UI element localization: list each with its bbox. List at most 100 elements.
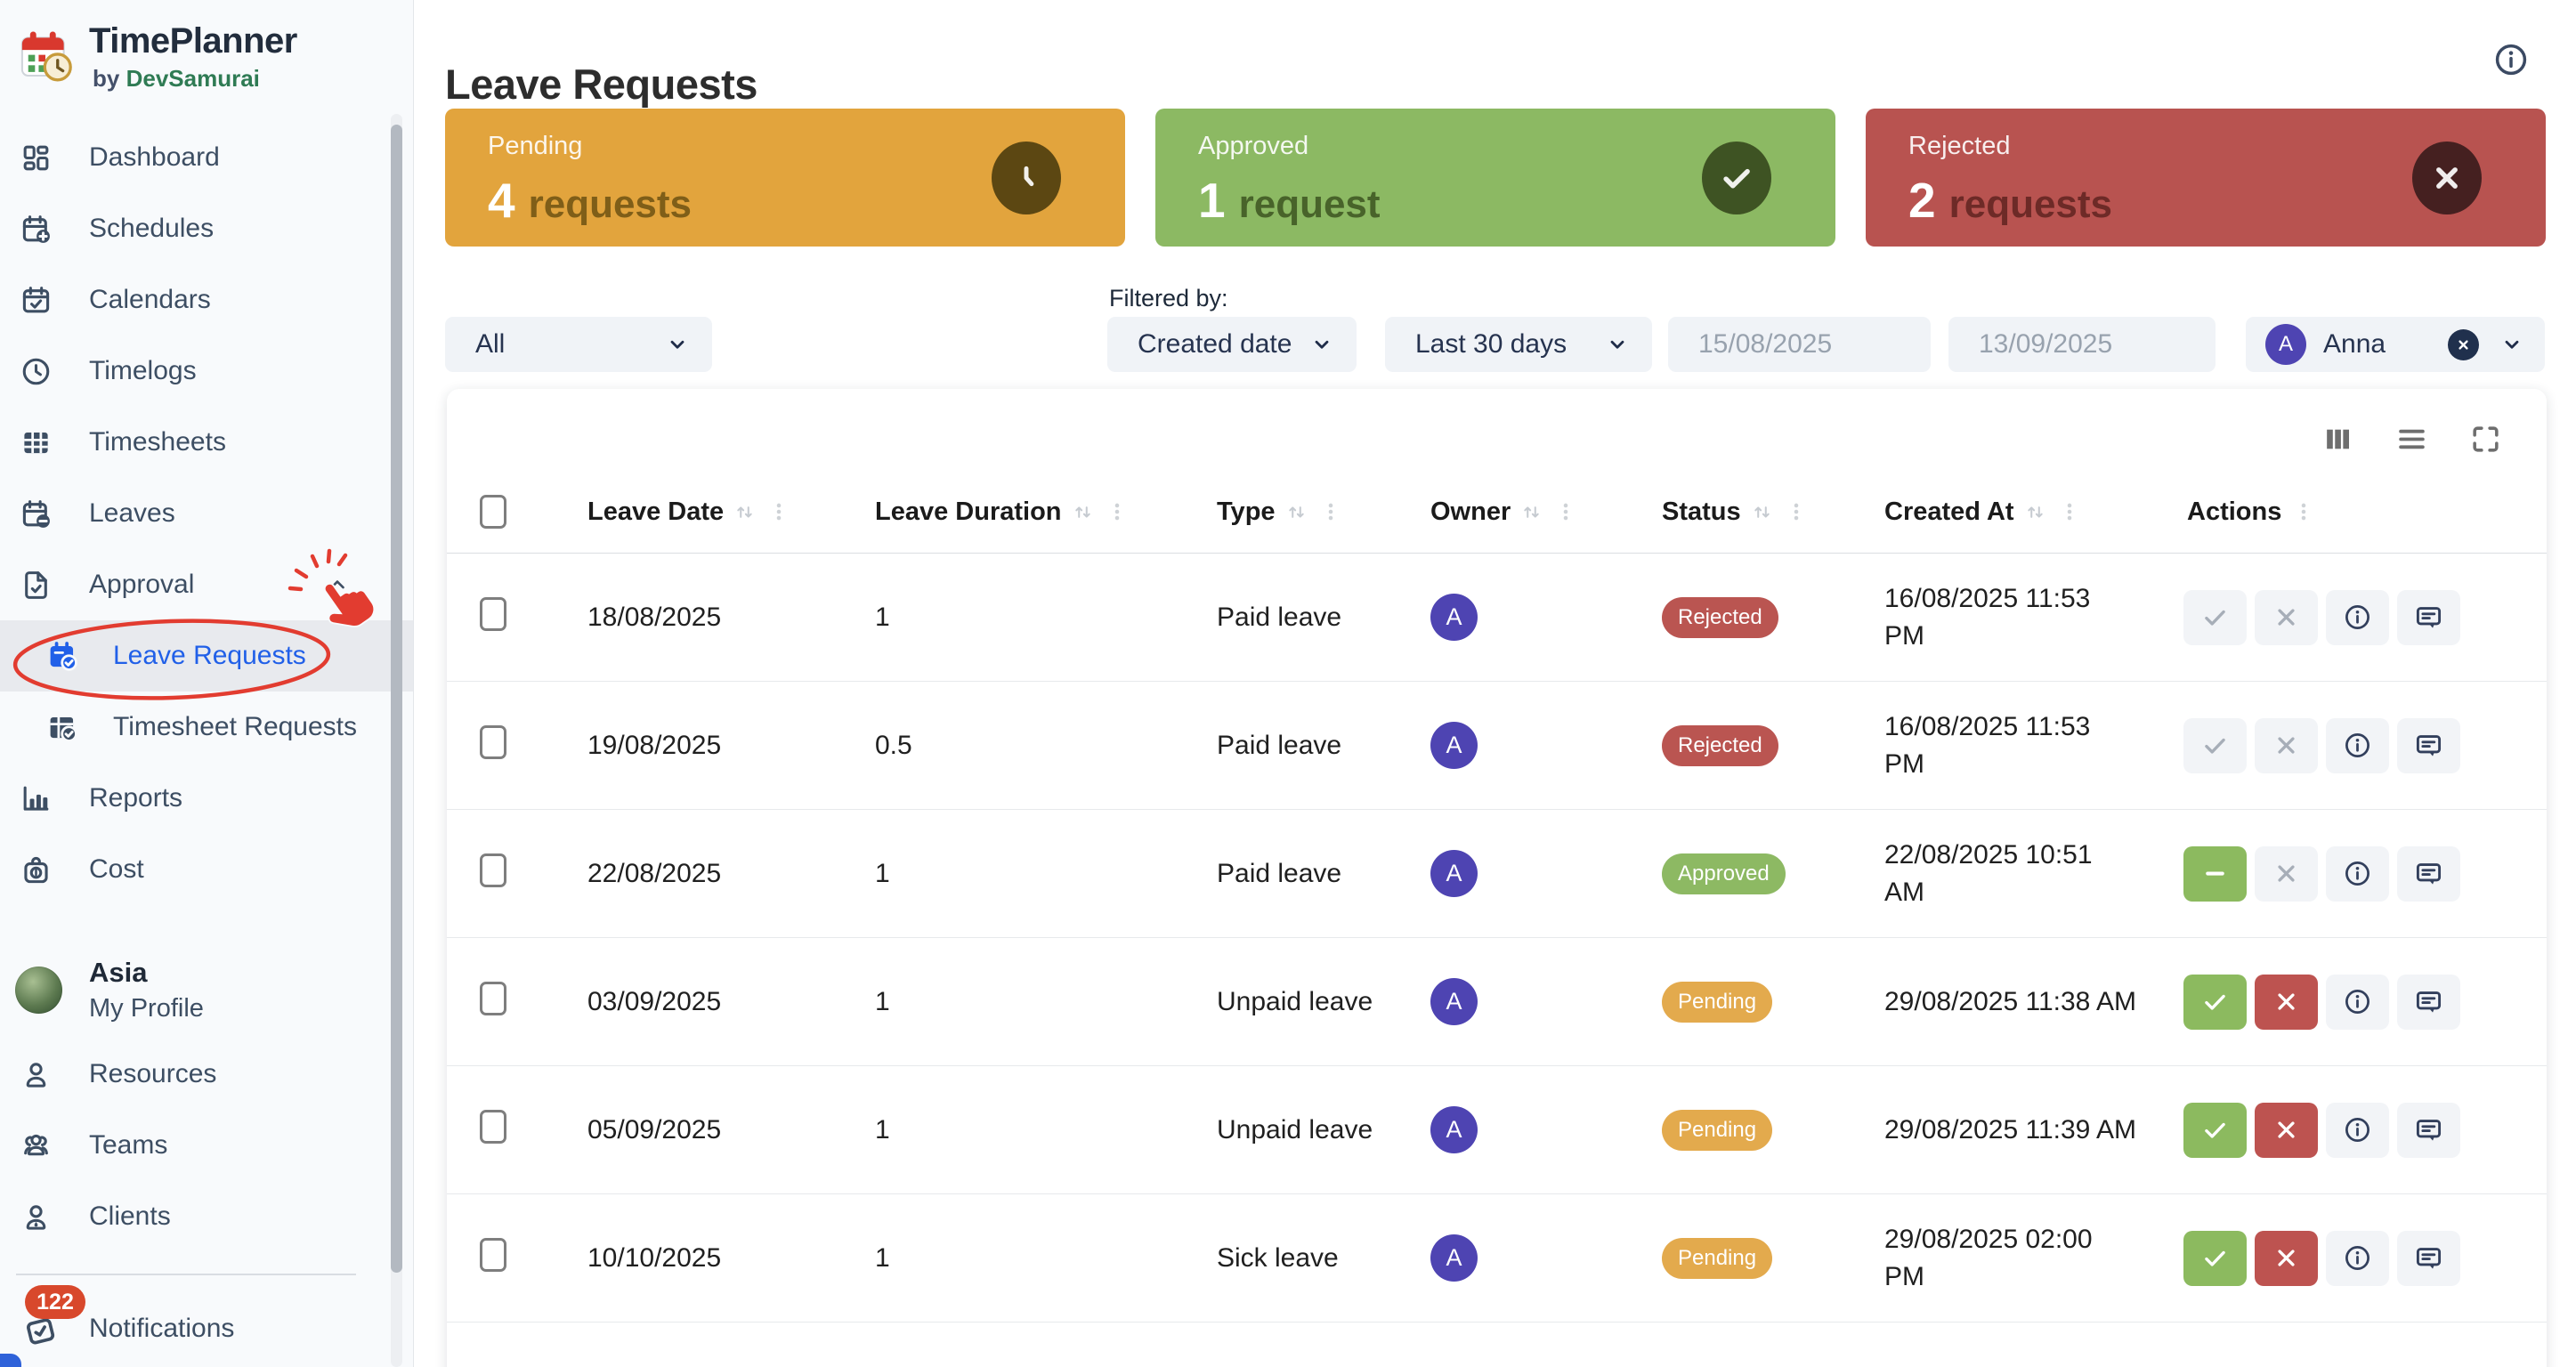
column-menu-icon[interactable]: [1554, 500, 1577, 523]
column-header-leave-duration[interactable]: Leave Duration: [832, 497, 1174, 527]
info-button[interactable]: [2326, 975, 2389, 1030]
sidebar-item-notifications[interactable]: 122 Notifications: [0, 1283, 413, 1367]
reject-button[interactable]: [2255, 590, 2318, 645]
reject-button[interactable]: [2255, 975, 2318, 1030]
card-unit: requests: [1949, 182, 2112, 227]
column-header-status[interactable]: Status: [1619, 497, 1842, 527]
sidebar-scrollbar-thumb[interactable]: [391, 125, 402, 1273]
select-all-checkbox[interactable]: [480, 495, 506, 529]
status-filter-select[interactable]: All: [445, 317, 712, 372]
sidebar-item-dashboard[interactable]: Dashboard: [0, 122, 413, 193]
row-checkbox-cell: [447, 982, 545, 1023]
column-menu-icon[interactable]: [1319, 500, 1342, 523]
sort-icon[interactable]: [1284, 500, 1308, 524]
info-button[interactable]: [2326, 1231, 2389, 1286]
sidebar-item-schedules[interactable]: Schedules: [0, 193, 413, 264]
column-menu-icon[interactable]: [767, 500, 790, 523]
reject-button[interactable]: [2255, 1103, 2318, 1158]
reject-button[interactable]: [2255, 1231, 2318, 1286]
row-checkbox-cell: [447, 1238, 545, 1279]
approve-button[interactable]: [2183, 590, 2247, 645]
column-menu-icon[interactable]: [1785, 500, 1808, 523]
leave-duration-cell: 1: [832, 987, 1174, 1017]
approve-button[interactable]: [2183, 718, 2247, 773]
owner-filter-select[interactable]: A Anna: [2246, 317, 2545, 372]
app-logo[interactable]: TimePlanner by DevSamurai: [0, 0, 413, 122]
manage-columns-button[interactable]: [2321, 423, 2354, 456]
comment-button[interactable]: [2397, 590, 2460, 645]
sidebar-item-calendars[interactable]: Calendars: [0, 264, 413, 336]
column-menu-icon[interactable]: [2292, 500, 2315, 523]
filter-field-select[interactable]: Created date: [1107, 317, 1357, 372]
date-to-input[interactable]: 13/09/2025: [1948, 317, 2216, 372]
row-checkbox[interactable]: [480, 982, 506, 1015]
info-button[interactable]: [2326, 1103, 2389, 1158]
comment-button[interactable]: [2397, 1231, 2460, 1286]
sidebar-item-teams[interactable]: Teams: [0, 1110, 413, 1181]
date-from-input[interactable]: 15/08/2025: [1668, 317, 1931, 372]
sidebar-item-leave-requests[interactable]: Leave Requests: [0, 620, 413, 692]
sidebar-item-clients[interactable]: Clients: [0, 1181, 413, 1252]
column-header-leave-date[interactable]: Leave Date: [545, 497, 832, 527]
sidebar-item-cost[interactable]: Cost: [0, 834, 413, 905]
sort-icon[interactable]: [1071, 500, 1095, 524]
comment-button[interactable]: [2397, 846, 2460, 902]
fullscreen-button[interactable]: [2469, 423, 2502, 456]
sidebar-item-approval[interactable]: Approval: [0, 549, 413, 620]
row-checkbox[interactable]: [480, 597, 506, 631]
chevron-down-icon: [1310, 333, 1333, 356]
comment-button[interactable]: [2397, 718, 2460, 773]
sort-icon[interactable]: [2023, 500, 2047, 524]
reject-button[interactable]: [2255, 846, 2318, 902]
created-at: 16/08/2025 11:53 PM: [1884, 708, 2090, 783]
approve-button[interactable]: [2183, 1103, 2247, 1158]
status-badge: Pending: [1662, 1110, 1772, 1151]
info-button[interactable]: [2326, 846, 2389, 902]
sidebar-item-leaves[interactable]: Leaves: [0, 478, 413, 549]
sidebar-item-label: Resources: [89, 1059, 216, 1089]
approve-button[interactable]: [2183, 1231, 2247, 1286]
sidebar-item-timesheet-requests[interactable]: Timesheet Requests: [0, 692, 413, 763]
owner-cell: A: [1388, 978, 1619, 1025]
date-range-select[interactable]: Last 30 days: [1385, 317, 1652, 372]
column-header-actions[interactable]: Actions: [2144, 497, 2547, 527]
column-header-owner[interactable]: Owner: [1388, 497, 1619, 527]
row-checkbox[interactable]: [480, 1238, 506, 1272]
sort-icon[interactable]: [733, 500, 757, 524]
comment-button[interactable]: [2397, 1103, 2460, 1158]
leave-duration: 1: [875, 859, 890, 888]
leave-type-cell: Paid leave: [1174, 859, 1388, 889]
owner-filter-avatar: A: [2265, 324, 2306, 365]
sidebar-item-resources[interactable]: Resources: [0, 1039, 413, 1110]
sidebar-item-timelogs[interactable]: Timelogs: [0, 336, 413, 407]
sort-icon[interactable]: [1519, 500, 1543, 524]
sort-icon[interactable]: [1750, 500, 1774, 524]
leave-duration: 0.5: [875, 731, 912, 760]
created-at: 16/08/2025 11:53 PM: [1884, 580, 2090, 655]
reject-button[interactable]: [2255, 718, 2318, 773]
revoke-button[interactable]: [2183, 846, 2247, 902]
column-header-created-at[interactable]: Created At: [1842, 497, 2144, 527]
table-row: 10/10/20251Sick leaveAPending29/08/2025 …: [447, 1194, 2547, 1323]
column-menu-icon[interactable]: [2058, 500, 2081, 523]
page-info-button[interactable]: [2492, 41, 2530, 78]
info-button[interactable]: [2326, 590, 2389, 645]
byline-prefix: by: [93, 65, 119, 92]
leave-duration-cell: 1: [832, 1243, 1174, 1274]
owner-avatar: A: [1430, 850, 1478, 897]
sidebar-item-my-profile[interactable]: Asia My Profile: [0, 957, 413, 1023]
clear-owner-filter-button[interactable]: [2448, 329, 2479, 360]
chevron-up-icon[interactable]: [326, 573, 349, 596]
row-checkbox[interactable]: [480, 1110, 506, 1144]
column-menu-icon[interactable]: [1106, 500, 1129, 523]
leave-duration: 1: [875, 987, 890, 1016]
approve-button[interactable]: [2183, 975, 2247, 1030]
column-header-type[interactable]: Type: [1174, 497, 1388, 527]
comment-button[interactable]: [2397, 975, 2460, 1030]
row-checkbox[interactable]: [480, 853, 506, 887]
sidebar-item-timesheets[interactable]: Timesheets: [0, 407, 413, 478]
sidebar-item-reports[interactable]: Reports: [0, 763, 413, 834]
row-checkbox[interactable]: [480, 725, 506, 759]
info-button[interactable]: [2326, 718, 2389, 773]
row-density-button[interactable]: [2395, 423, 2428, 456]
